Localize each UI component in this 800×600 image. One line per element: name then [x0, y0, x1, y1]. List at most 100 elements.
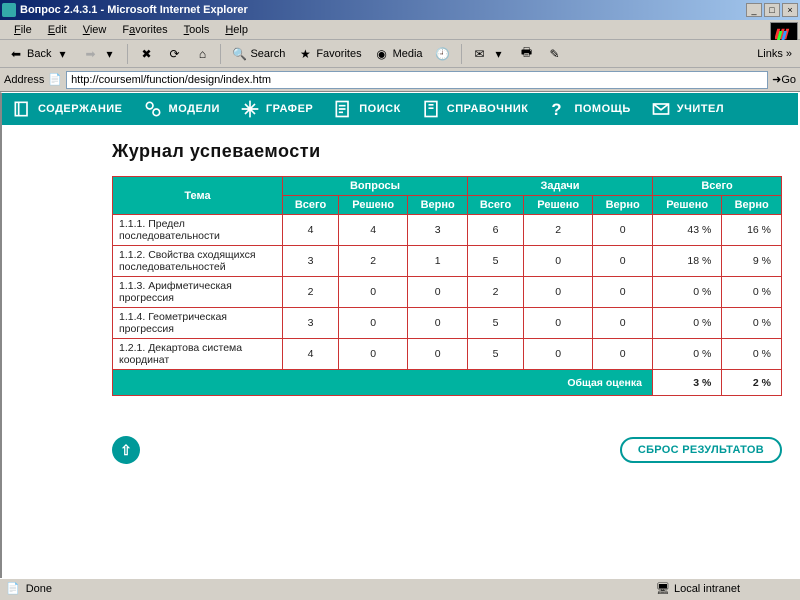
nav-teacher[interactable]: УЧИТЕЛ	[641, 99, 734, 119]
cell-t-total: 5	[468, 308, 524, 339]
menubar: File Edit View Favorites Tools Help	[0, 20, 800, 40]
links-button[interactable]: Links »	[753, 46, 796, 62]
table-row: 1.2.1. Декартова система координат400500…	[113, 339, 782, 370]
col-q-total: Всего	[283, 196, 339, 215]
cell-q-solved: 0	[339, 308, 408, 339]
print-button[interactable]: 🖶	[515, 44, 539, 64]
mail-icon: ✉	[472, 46, 488, 62]
address-input[interactable]	[66, 71, 768, 89]
cell-topic: 1.1.1. Предел последовательности	[113, 215, 283, 246]
cell-pct-solved: 0 %	[653, 339, 722, 370]
go-button[interactable]: ➜Go	[772, 73, 796, 86]
cell-topic: 1.1.2. Свойства сходящихся последователь…	[113, 246, 283, 277]
menu-help[interactable]: Help	[217, 22, 256, 38]
cell-q-correct: 0	[408, 339, 468, 370]
nav-reference[interactable]: СПРАВОЧНИК	[411, 99, 539, 119]
history-icon: 🕘	[435, 46, 451, 62]
minimize-button[interactable]: _	[746, 3, 762, 17]
reference-icon	[421, 99, 441, 119]
cell-t-solved: 0	[524, 277, 593, 308]
mail-button[interactable]: ✉▾	[468, 44, 511, 64]
media-button[interactable]: ◉Media	[370, 44, 427, 64]
close-button[interactable]: ×	[782, 3, 798, 17]
total-pct-correct: 2 %	[722, 370, 782, 396]
notes-icon	[333, 99, 353, 119]
cell-q-total: 3	[283, 308, 339, 339]
menu-edit[interactable]: Edit	[40, 22, 75, 38]
total-pct-solved: 3 %	[653, 370, 722, 396]
cell-t-total: 6	[468, 215, 524, 246]
menu-tools[interactable]: Tools	[176, 22, 218, 38]
table-row: 1.1.4. Геометрическая прогрессия3005000 …	[113, 308, 782, 339]
favorites-button[interactable]: ★Favorites	[293, 44, 365, 64]
refresh-icon: ⟳	[166, 46, 182, 62]
cell-q-total: 4	[283, 215, 339, 246]
address-bar: Address 📄 ➜Go	[0, 68, 800, 92]
cell-t-correct: 0	[593, 308, 653, 339]
star-icon: ★	[297, 46, 313, 62]
col-q-solved: Решено	[339, 196, 408, 215]
col-t-correct: Верно	[593, 196, 653, 215]
zone-icon: 🖥	[656, 582, 670, 595]
refresh-button[interactable]: ⟳	[162, 44, 186, 64]
chevron-down-icon: ▾	[54, 46, 70, 62]
up-arrow-icon: ⇧	[120, 442, 132, 459]
col-pct-correct: Верно	[722, 196, 782, 215]
cell-q-total: 4	[283, 339, 339, 370]
colgroup-questions: Вопросы	[283, 177, 468, 196]
cell-q-solved: 0	[339, 277, 408, 308]
grades-table: Тема Вопросы Задачи Всего Всего Решено В…	[112, 176, 782, 396]
cell-topic: 1.1.4. Геометрическая прогрессия	[113, 308, 283, 339]
print-icon: 🖶	[519, 46, 535, 62]
nav-contents[interactable]: СОДЕРЖАНИЕ	[2, 99, 133, 119]
edit-icon: ✎	[547, 46, 563, 62]
cell-t-total: 2	[468, 277, 524, 308]
edit-button[interactable]: ✎	[543, 44, 567, 64]
cell-q-total: 2	[283, 277, 339, 308]
cell-t-solved: 2	[524, 215, 593, 246]
page-body: Журнал успеваемости Тема Вопросы Задачи …	[2, 125, 798, 474]
app-icon	[2, 3, 16, 17]
cell-t-solved: 0	[524, 246, 593, 277]
forward-button[interactable]: ➡▾	[78, 44, 121, 64]
col-pct-solved: Решено	[653, 196, 722, 215]
cell-pct-correct: 0 %	[722, 308, 782, 339]
cell-topic: 1.2.1. Декартова система координат	[113, 339, 283, 370]
reset-button[interactable]: СБРОС РЕЗУЛЬТАТОВ	[620, 437, 782, 463]
search-icon: 🔍	[231, 46, 247, 62]
menu-file[interactable]: File	[6, 22, 40, 38]
book-icon	[12, 99, 32, 119]
cell-t-correct: 0	[593, 339, 653, 370]
history-button[interactable]: 🕘	[431, 44, 455, 64]
cell-q-solved: 0	[339, 339, 408, 370]
scroll-up-button[interactable]: ⇧	[112, 436, 140, 464]
cell-t-correct: 0	[593, 246, 653, 277]
nav-grapher[interactable]: ГРАФЕР	[230, 99, 323, 119]
cell-t-solved: 0	[524, 339, 593, 370]
go-icon: ➜	[772, 74, 781, 86]
cell-q-correct: 1	[408, 246, 468, 277]
nav-search[interactable]: ПОИСК	[323, 99, 411, 119]
cell-t-total: 5	[468, 339, 524, 370]
cell-pct-correct: 9 %	[722, 246, 782, 277]
cell-t-total: 5	[468, 246, 524, 277]
cell-topic: 1.1.3. Арифметическая прогрессия	[113, 277, 283, 308]
home-icon: ⌂	[194, 46, 210, 62]
stop-button[interactable]: ✖	[134, 44, 158, 64]
page-title: Журнал успеваемости	[112, 141, 788, 162]
actions-row: ⇧ СБРОС РЕЗУЛЬТАТОВ	[112, 436, 782, 464]
search-button[interactable]: 🔍Search	[227, 44, 289, 64]
maximize-button[interactable]: □	[764, 3, 780, 17]
nav-models[interactable]: МОДЕЛИ	[133, 99, 230, 119]
cell-pct-solved: 18 %	[653, 246, 722, 277]
cell-t-correct: 0	[593, 215, 653, 246]
nav-help[interactable]: ? ПОМОЩЬ	[538, 99, 640, 119]
address-label: Address	[4, 74, 44, 86]
cell-q-correct: 0	[408, 277, 468, 308]
back-button[interactable]: ⬅Back▾	[4, 44, 74, 64]
home-button[interactable]: ⌂	[190, 44, 214, 64]
menu-favorites[interactable]: Favorites	[114, 22, 175, 38]
col-topic: Тема	[113, 177, 283, 215]
chevron-down-icon: ▾	[101, 46, 117, 62]
menu-view[interactable]: View	[75, 22, 115, 38]
